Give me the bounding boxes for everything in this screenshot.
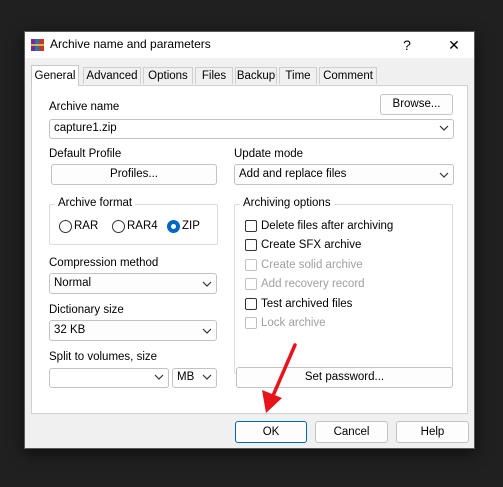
tab-general[interactable]: General [31, 65, 79, 86]
ok-button[interactable]: OK [235, 421, 307, 443]
compression-method-value: Normal [54, 277, 92, 289]
tab-backup[interactable]: Backup [235, 67, 277, 84]
window-title: Archive name and parameters [50, 37, 211, 51]
split-unit-select[interactable]: MB [172, 368, 217, 388]
chevron-down-icon[interactable] [202, 372, 212, 382]
split-unit-value: MB [177, 371, 195, 383]
tab-time[interactable]: Time [279, 67, 317, 84]
dictionary-size-label: Dictionary size [49, 304, 124, 316]
archiving-options-label: Archiving options [240, 197, 334, 209]
tab-comment[interactable]: Comment [319, 67, 377, 84]
update-mode-label: Update mode [234, 148, 304, 160]
split-volumes-label: Split to volumes, size [49, 351, 158, 363]
tab-options[interactable]: Options [143, 67, 193, 84]
create-sfx-label: Create SFX archive [261, 239, 362, 251]
radio-rar-label: RAR [74, 220, 99, 232]
archive-name-combo[interactable]: capture1.zip [49, 119, 454, 139]
radio-zip[interactable] [167, 220, 180, 233]
default-profile-label: Default Profile [49, 148, 122, 160]
radio-rar4-label: RAR4 [127, 220, 158, 232]
winrar-app-icon [31, 39, 44, 51]
close-icon[interactable]: ✕ [434, 32, 474, 58]
test-archived-checkbox[interactable] [245, 298, 257, 310]
chevron-down-icon[interactable] [439, 123, 449, 133]
profiles-button[interactable]: Profiles... [51, 164, 217, 185]
tab-files[interactable]: Files [195, 67, 233, 84]
split-volumes-combo[interactable] [49, 368, 169, 388]
radio-zip-label: ZIP [182, 220, 200, 232]
compression-method-select[interactable]: Normal [49, 273, 217, 294]
archive-name-label: Archive name [49, 101, 120, 113]
cancel-button[interactable]: Cancel [315, 421, 388, 443]
browse-button[interactable]: Browse... [380, 94, 453, 115]
delete-after-archiving-label: Delete files after archiving [261, 220, 394, 232]
radio-rar4[interactable] [112, 220, 125, 233]
help-icon[interactable]: ? [387, 32, 427, 58]
chevron-down-icon[interactable] [202, 326, 212, 336]
dictionary-size-value: 32 KB [54, 324, 86, 336]
annotation-arrow-icon [262, 343, 297, 413]
create-solid-label: Create solid archive [261, 259, 363, 271]
update-mode-value: Add and replace files [239, 168, 347, 180]
archive-format-label: Archive format [55, 197, 136, 209]
radio-rar[interactable] [59, 220, 72, 233]
chevron-down-icon[interactable] [439, 170, 449, 180]
chevron-down-icon[interactable] [202, 279, 212, 289]
recovery-record-label: Add recovery record [261, 278, 365, 290]
chevron-down-icon[interactable] [154, 372, 164, 382]
lock-archive-label: Lock archive [261, 317, 326, 329]
create-solid-checkbox [245, 259, 257, 271]
title-bar: Archive name and parameters ? ✕ [25, 32, 474, 58]
lock-archive-checkbox [245, 317, 257, 329]
create-sfx-checkbox[interactable] [245, 239, 257, 251]
compression-method-label: Compression method [49, 257, 159, 269]
help-button[interactable]: Help [396, 421, 469, 443]
dictionary-size-select[interactable]: 32 KB [49, 320, 217, 341]
archive-name-value: capture1.zip [54, 122, 117, 134]
test-archived-label: Test archived files [261, 298, 353, 310]
delete-after-archiving-checkbox[interactable] [245, 220, 257, 232]
recovery-record-checkbox [245, 278, 257, 290]
update-mode-select[interactable]: Add and replace files [234, 164, 454, 185]
tab-advanced[interactable]: Advanced [83, 67, 141, 84]
